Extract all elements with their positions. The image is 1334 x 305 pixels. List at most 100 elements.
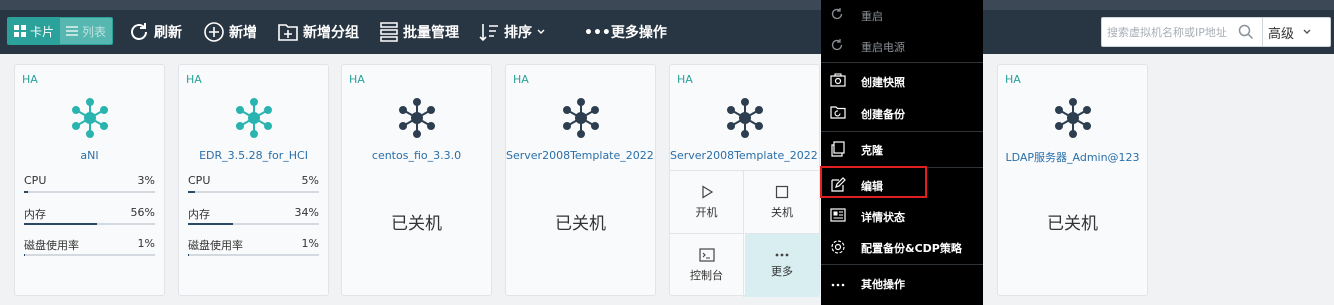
list-icon [65, 26, 78, 36]
vm-card-hovered[interactable]: HA Server2008Template_2022... 开机 关机 控制台 … [669, 64, 820, 297]
menu-item-clone-label: 克隆 [861, 144, 883, 157]
menu-item-backup-cdp[interactable]: 配置备份&CDP策略 [821, 232, 983, 262]
refresh-icon [131, 23, 147, 40]
menu-item-clone[interactable]: 克隆 [821, 134, 983, 164]
sort-button[interactable]: 排序 [478, 17, 546, 47]
powered-off-status: 已关机 [555, 214, 606, 234]
vm-card[interactable]: HA LDAP服务器_Admin@123 已关机 [997, 64, 1148, 296]
vm-name[interactable]: centos_fio_3.3.0 [342, 149, 491, 162]
memory-value: 56% [130, 206, 155, 219]
chevron-down-icon [537, 29, 545, 34]
clone-icon [831, 141, 845, 157]
powered-off-status: 已关机 [391, 214, 442, 234]
add-group-button[interactable]: 新增分组 [277, 17, 359, 47]
advanced-filter-label: 高级 [1268, 26, 1295, 42]
ha-badge: HA [513, 73, 529, 86]
power-on-label: 开机 [695, 205, 718, 219]
disk-metric: 磁盘使用率 1% [24, 237, 155, 257]
vm-card[interactable]: HA EDR_3.5.28_for_HCI CPU 5% 内存 34% 磁盘使用… [178, 64, 329, 296]
ha-badge: HA [22, 73, 38, 86]
menu-item-snapshot-label: 创建快照 [861, 76, 905, 89]
ha-badge: HA [349, 73, 365, 86]
menu-item-backup[interactable]: 创建备份 [821, 98, 983, 128]
menu-item-power-restart[interactable]: 重启电源 [821, 31, 983, 61]
vm-card[interactable]: HA centos_fio_3.3.0 已关机 [341, 64, 492, 296]
camera-icon [830, 73, 846, 87]
shutdown-button[interactable]: 关机 [745, 171, 819, 234]
console-icon [698, 248, 715, 262]
cpu-metric: CPU 3% [24, 174, 155, 194]
chevron-down-icon [1303, 29, 1311, 34]
disk-metric: 磁盘使用率 1% [188, 237, 319, 257]
vm-off-icon [727, 98, 763, 138]
console-label: 控制台 [690, 269, 723, 282]
quick-actions: 开机 关机 控制台 更多 [670, 170, 819, 297]
menu-item-restart[interactable]: 重启 [821, 0, 983, 30]
cpu-value: 3% [137, 174, 155, 187]
advanced-filter-button[interactable]: 高级 [1263, 17, 1331, 47]
card-view-button[interactable]: 卡片 [8, 18, 60, 44]
vm-off-icon [399, 98, 435, 138]
ellipsis-icon [831, 283, 845, 287]
vm-name[interactable]: LDAP服务器_Admin@123 [998, 149, 1147, 165]
more-label: 更多 [771, 265, 793, 278]
search-icon[interactable] [1238, 24, 1254, 40]
vm-running-icon [236, 98, 272, 138]
more-button[interactable]: 更多 [745, 234, 819, 297]
menu-item-power-restart-label: 重启电源 [861, 41, 905, 54]
memory-label: 内存 [24, 208, 46, 221]
more-operations-button[interactable]: •••更多操作 [584, 17, 667, 47]
play-icon [701, 184, 713, 199]
batch-list-icon [380, 22, 398, 42]
card-view-label: 卡片 [29, 24, 54, 39]
add-button[interactable]: 新增 [203, 17, 257, 47]
vm-name[interactable]: EDR_3.5.28_for_HCI [179, 149, 328, 162]
vm-running-icon [72, 98, 108, 138]
list-view-button[interactable]: 列表 [60, 18, 112, 44]
plus-circle-icon [204, 22, 224, 42]
vm-card[interactable]: HA Server2008Template_2022... 已关机 [505, 64, 656, 296]
menu-item-snapshot[interactable]: 创建快照 [821, 66, 983, 96]
refresh-label: 刷新 [154, 25, 182, 41]
menu-item-other[interactable]: 其他操作 [821, 268, 983, 298]
vm-name[interactable]: Server2008Template_2022... [670, 149, 819, 162]
cpu-bar [24, 191, 155, 193]
disk-label: 磁盘使用率 [188, 239, 243, 252]
restart-icon [831, 8, 843, 20]
grid-icon [13, 25, 26, 37]
search-input[interactable] [1102, 19, 1236, 45]
power-on-button[interactable]: 开机 [670, 171, 744, 234]
window-top-strip [0, 0, 1334, 10]
gear-icon [831, 240, 845, 254]
menu-item-backup-cdp-label: 配置备份&CDP策略 [861, 242, 962, 255]
vm-off-icon [1055, 98, 1091, 138]
batch-manage-label: 批量管理 [403, 25, 459, 41]
memory-bar [188, 223, 319, 225]
vm-name[interactable]: aNI [15, 149, 164, 162]
menu-item-details[interactable]: 详情状态 [821, 201, 983, 231]
vm-card[interactable]: HA aNI CPU 3% 内存 56% 磁盘使用率 1% [14, 64, 165, 296]
sort-label: 排序 [504, 25, 532, 41]
cpu-metric: CPU 5% [188, 174, 319, 194]
menu-item-backup-label: 创建备份 [861, 108, 905, 121]
batch-manage-button[interactable]: 批量管理 [379, 17, 459, 47]
menu-divider [821, 62, 983, 63]
search-box [1101, 17, 1263, 47]
cpu-label: CPU [188, 174, 211, 187]
cpu-value: 5% [301, 174, 319, 187]
cpu-label: CPU [24, 174, 47, 187]
refresh-button[interactable]: 刷新 [128, 17, 182, 47]
menu-item-details-label: 详情状态 [861, 211, 905, 224]
disk-label: 磁盘使用率 [24, 239, 79, 252]
vm-name[interactable]: Server2008Template_2022... [506, 149, 655, 162]
disk-bar [188, 254, 319, 256]
more-context-menu: 重启 重启电源 创建快照 创建备份 克隆 编辑 详情状态 配置备份&CDP策略 … [821, 0, 983, 305]
console-button[interactable]: 控制台 [670, 234, 744, 297]
menu-divider [821, 264, 983, 265]
ha-badge: HA [677, 73, 693, 86]
shutdown-label: 关机 [771, 205, 793, 219]
stop-icon [775, 185, 789, 198]
add-group-label: 新增分组 [303, 25, 359, 41]
ha-badge: HA [186, 73, 202, 86]
menu-item-restart-label: 重启 [861, 10, 883, 23]
